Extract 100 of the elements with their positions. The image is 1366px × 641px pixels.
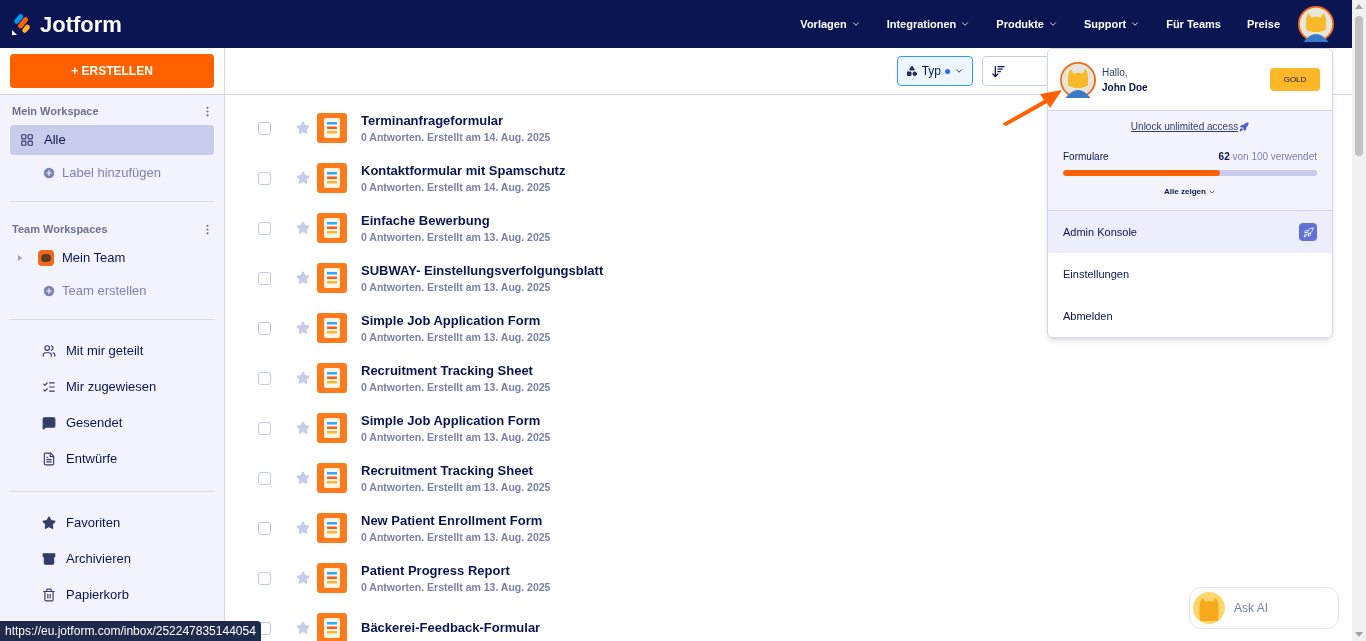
star-icon[interactable] (296, 571, 310, 585)
form-icon (317, 213, 347, 243)
sidebar-item[interactable]: Mir zugewiesen (10, 372, 214, 402)
star-icon (42, 516, 56, 530)
form-title[interactable]: Einfache Bewerbung (361, 212, 551, 230)
brand-name[interactable]: Jotform (40, 7, 122, 41)
chat-bubble-icon (42, 416, 56, 430)
checkbox[interactable] (258, 471, 271, 485)
nav-menu-item[interactable]: Vorlagen (800, 15, 861, 33)
checkbox[interactable] (258, 321, 271, 335)
sidebar-item[interactable]: Gesendet (10, 408, 214, 438)
star-icon[interactable] (296, 421, 310, 435)
form-meta: 0 Antworten. Erstellt am 13. Aug. 2025 (361, 330, 551, 344)
plan-badge: GOLD (1270, 68, 1320, 91)
chevron-down-icon (1207, 188, 1216, 196)
checkbox[interactable] (258, 271, 271, 285)
star-icon[interactable] (296, 521, 310, 535)
chevron-down-icon (1048, 19, 1058, 29)
form-title[interactable]: Recruitment Tracking Sheet (361, 462, 551, 480)
nav-menu-item[interactable]: Preise (1246, 15, 1280, 33)
mascot-icon (1192, 591, 1226, 625)
checkbox[interactable] (258, 571, 271, 585)
status-url: https://eu.jotform.com/inbox/252247835144054 (0, 621, 261, 641)
sidebar-item[interactable]: Entwürfe (10, 444, 214, 474)
form-meta: 0 Antworten. Erstellt am 14. Aug. 2025 (361, 180, 552, 194)
scrollbar[interactable] (1352, 0, 1366, 641)
sidebar-item[interactable]: Mit mir geteilt (10, 336, 214, 366)
form-meta: 0 Antworten. Erstellt am 13. Aug. 2025 (361, 430, 551, 444)
type-filter-button[interactable]: Typ (896, 56, 973, 86)
sort-icon (991, 63, 1006, 79)
add-link[interactable]: Team erstellen (10, 276, 214, 306)
form-icon (317, 513, 347, 543)
people-icon (42, 344, 56, 358)
user-name: John Doe (1102, 80, 1148, 95)
form-icon (317, 113, 347, 143)
star-icon[interactable] (296, 371, 310, 385)
nav-menu-item[interactable]: Integrationen (886, 15, 971, 33)
chevron-down-icon (954, 66, 964, 76)
star-icon[interactable] (296, 171, 310, 185)
star-icon[interactable] (296, 621, 310, 635)
plus-circle-icon (42, 284, 56, 298)
form-icon (317, 263, 347, 293)
form-icon (317, 613, 347, 641)
form-meta: 0 Antworten. Erstellt am 13. Aug. 2025 (361, 280, 552, 294)
plus-circle-icon (42, 166, 56, 180)
chevron-down-icon (1130, 19, 1141, 29)
form-title[interactable]: Bäckerei-Feedback-Formular (361, 619, 541, 637)
form-meta: 0 Antworten. Erstellt am 13. Aug. 2025 (361, 380, 551, 394)
form-title[interactable]: Simple Job Application Form (361, 312, 551, 330)
account-menu-item[interactable]: Admin Konsole (1048, 211, 1332, 253)
star-icon[interactable] (296, 121, 310, 135)
form-title[interactable]: Simple Job Application Form (361, 412, 551, 430)
form-icon (317, 563, 347, 593)
checkbox[interactable] (258, 221, 271, 235)
checkbox[interactable] (258, 521, 271, 535)
nav-menu-item[interactable]: Support (1084, 15, 1141, 33)
form-title[interactable]: New Patient Enrollment Form (361, 512, 551, 530)
form-meta: 0 Antworten. Erstellt am 14. Aug. 2025 (361, 130, 551, 144)
checkbox[interactable] (258, 371, 271, 385)
star-icon[interactable] (296, 221, 310, 235)
show-all-button[interactable]: Alle zeigen (1164, 186, 1216, 198)
logo-icon (12, 13, 32, 35)
form-icon (317, 163, 347, 193)
nav-menu-item[interactable]: Produkte (996, 15, 1058, 33)
shapes-icon (905, 65, 918, 77)
form-title[interactable]: Terminanfrageformular (361, 112, 551, 130)
form-icon (317, 313, 347, 343)
section-title: Team Workspaces (12, 221, 108, 237)
team-icon (38, 250, 54, 266)
star-icon[interactable] (296, 271, 310, 285)
section-title: Mein Workspace (12, 103, 99, 119)
star-icon[interactable] (296, 321, 310, 335)
checkbox[interactable] (258, 171, 271, 185)
form-title[interactable]: Kontaktformular mit Spamschutz (361, 162, 566, 180)
form-icon (317, 463, 347, 493)
upgrade-link[interactable]: Unlock unlimited access (1130, 119, 1250, 134)
checkbox[interactable] (258, 421, 271, 435)
account-menu-item[interactable]: Einstellungen (1048, 253, 1332, 295)
rocket-icon (1299, 223, 1317, 241)
team-item[interactable]: Mein Team (10, 243, 214, 273)
form-title[interactable]: Patient Progress Report (361, 562, 551, 580)
checkbox[interactable] (258, 121, 271, 135)
sidebar-item[interactable]: Alle (10, 125, 214, 155)
chevron-down-icon (960, 19, 971, 29)
usage-label: Formulare (1063, 150, 1109, 164)
form-icon (317, 363, 347, 393)
nav-menu-item[interactable]: Für Teams (1166, 15, 1221, 33)
sidebar-item[interactable]: Archivieren (10, 544, 214, 574)
form-meta: 0 Antworten. Erstellt am 13. Aug. 2025 (361, 480, 551, 494)
expand-caret-icon[interactable] (18, 255, 22, 261)
form-meta: 0 Antworten. Erstellt am 13. Aug. 2025 (361, 230, 551, 244)
usage-count: 62 von 100 verwendet (1218, 150, 1317, 164)
star-icon[interactable] (296, 471, 310, 485)
form-title[interactable]: SUBWAY- Einstellungsverfolgungsblatt (361, 262, 604, 280)
sidebar-item[interactable]: Papierkorb (10, 580, 214, 610)
ask-ai-button[interactable]: Ask AI (1189, 587, 1339, 629)
archive-box-icon (42, 552, 56, 566)
sidebar-item[interactable]: Favoriten (10, 508, 214, 538)
account-menu-item[interactable]: Abmelden (1048, 295, 1332, 337)
form-title[interactable]: Recruitment Tracking Sheet (361, 362, 551, 380)
